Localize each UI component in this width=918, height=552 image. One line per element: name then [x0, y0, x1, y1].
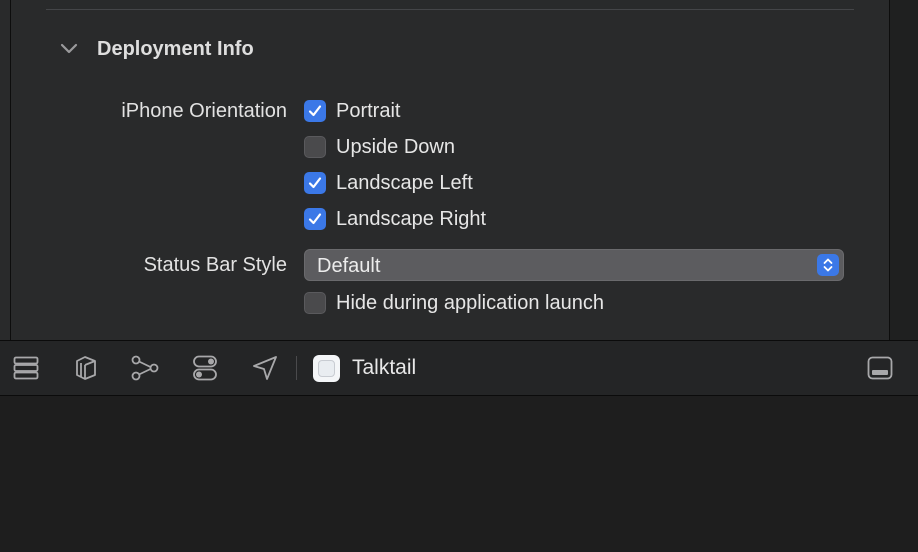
section-divider — [46, 9, 854, 10]
checkbox-label[interactable]: Hide during application launch — [336, 291, 604, 315]
checkbox-label[interactable]: Portrait — [336, 99, 400, 123]
toolbar-separator — [296, 356, 297, 380]
vertical-scrollbar-track[interactable] — [889, 0, 918, 340]
checkbox-hide-during-launch[interactable]: Hide during application launch — [304, 291, 604, 315]
section-title: Deployment Info — [97, 37, 254, 60]
checkbox-checked-icon[interactable] — [304, 100, 326, 122]
app-icon — [313, 354, 340, 382]
checkbox-unchecked-icon[interactable] — [304, 292, 326, 314]
branch-icon[interactable] — [131, 354, 159, 382]
checkbox-upside-down[interactable]: Upside Down — [304, 135, 455, 159]
checkbox-label[interactable]: Landscape Left — [336, 171, 473, 195]
checkbox-checked-icon[interactable] — [304, 172, 326, 194]
deployment-section-header[interactable]: Deployment Info — [58, 34, 254, 64]
target-name[interactable]: Talktail — [352, 356, 416, 380]
target-selector[interactable]: Talktail — [313, 354, 416, 382]
panel-toggle-icon[interactable] — [866, 354, 894, 382]
status-bar-style-label: Status Bar Style — [143, 254, 287, 276]
orientation-label: iPhone Orientation — [121, 100, 287, 122]
checkbox-unchecked-icon[interactable] — [304, 136, 326, 158]
settings-panel: Deployment Info iPhone Orientation Portr… — [0, 0, 918, 340]
debug-area — [0, 396, 918, 552]
checkbox-label[interactable]: Upside Down — [336, 135, 455, 159]
checkbox-checked-icon[interactable] — [304, 208, 326, 230]
checkbox-portrait[interactable]: Portrait — [304, 99, 400, 123]
popup-selected-value[interactable]: Default — [317, 254, 380, 278]
list-icon[interactable] — [12, 354, 40, 382]
status-bar-style-popup[interactable]: Default — [304, 249, 844, 281]
panel-left-border — [10, 0, 11, 340]
toggle-icon[interactable] — [191, 354, 219, 382]
checkbox-label[interactable]: Landscape Right — [336, 207, 486, 231]
checkbox-landscape-right[interactable]: Landscape Right — [304, 207, 486, 231]
chevron-down-icon[interactable] — [58, 38, 80, 60]
checkbox-landscape-left[interactable]: Landscape Left — [304, 171, 473, 195]
location-arrow-icon[interactable] — [251, 354, 279, 382]
cube-stack-icon[interactable] — [71, 354, 99, 382]
up-down-chevron-icon[interactable] — [817, 254, 839, 276]
debug-toolbar: Talktail — [0, 340, 918, 396]
